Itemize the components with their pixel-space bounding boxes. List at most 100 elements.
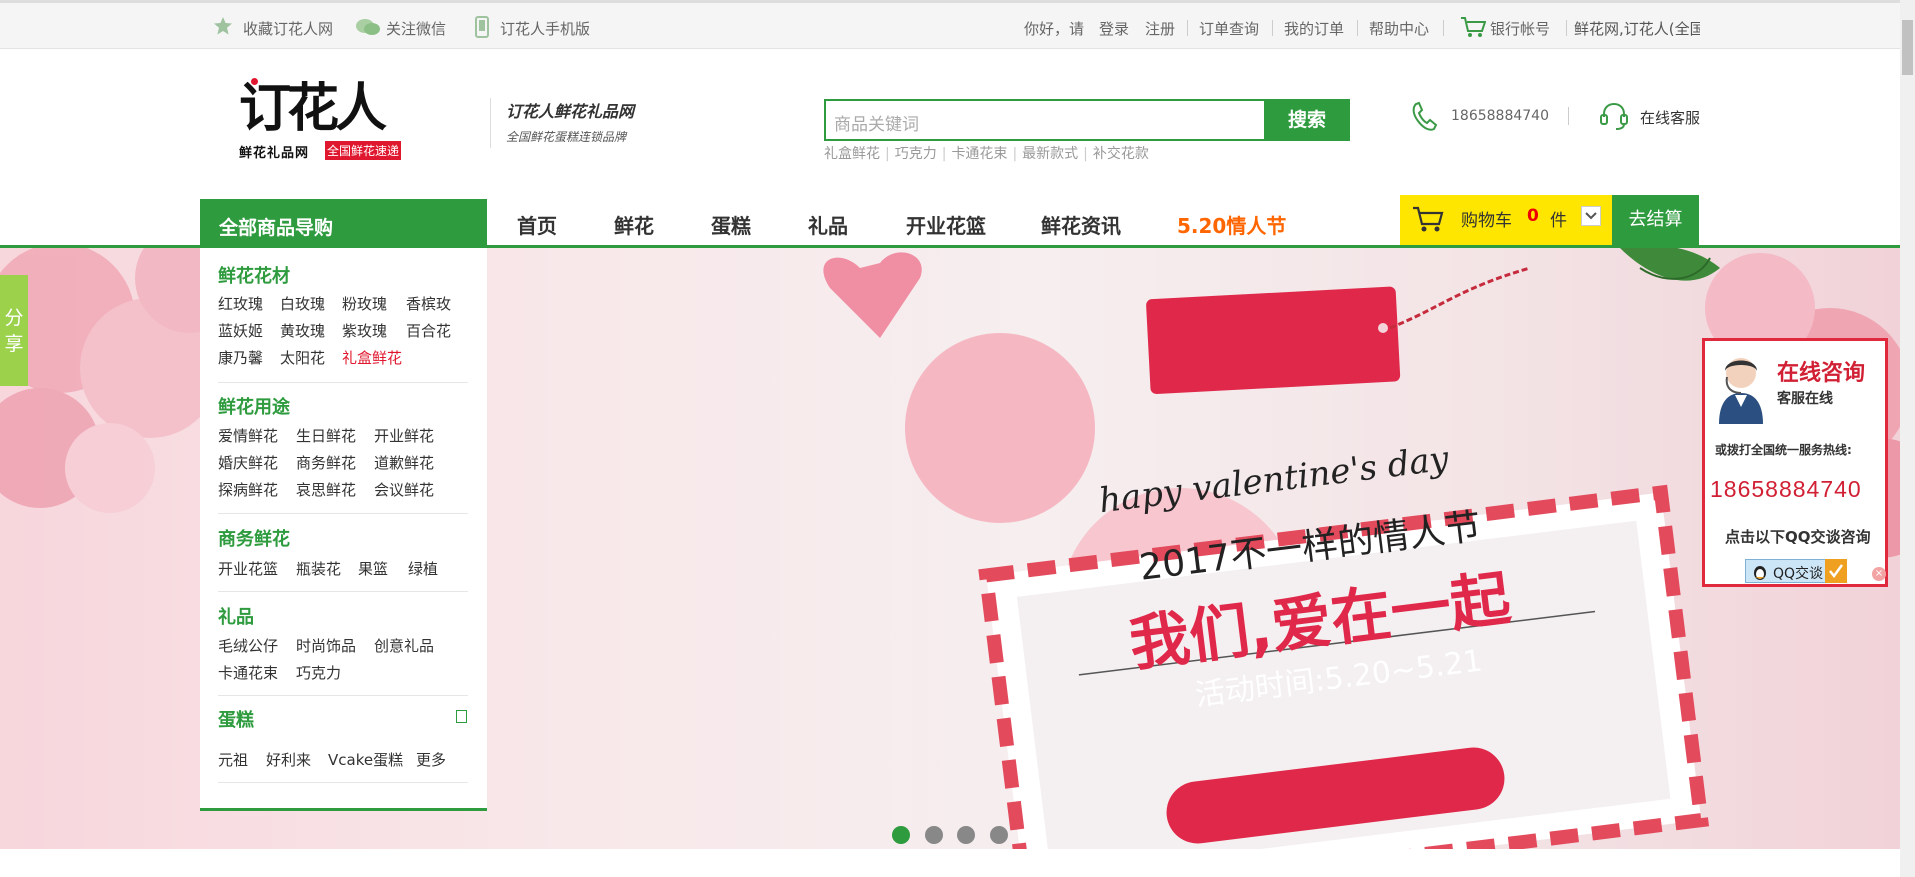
category-link[interactable]: 更多 <box>416 749 446 770</box>
login-link[interactable]: 登录 <box>1099 18 1129 39</box>
slide-dot-active[interactable] <box>892 826 910 844</box>
category-link[interactable]: 巧克力 <box>296 662 341 683</box>
nav-flower-news[interactable]: 鲜花资讯 <box>1041 210 1121 239</box>
divider <box>218 695 468 696</box>
checkout-button[interactable]: 去结算 <box>1612 195 1699 245</box>
nav-valentine-promo[interactable]: 5.20情人节 <box>1177 210 1286 239</box>
expand-icon[interactable] <box>456 710 467 723</box>
category-link[interactable]: 哀思鲜花 <box>296 479 356 500</box>
category-link[interactable]: 会议鲜花 <box>374 479 434 500</box>
search-input[interactable]: 商品关键词 <box>824 99 1264 141</box>
qq-panel-title: 在线咨询 <box>1777 361 1866 386</box>
category-link[interactable]: 时尚饰品 <box>296 635 356 656</box>
phone-icon <box>1410 101 1440 137</box>
divider <box>1443 20 1444 36</box>
category-link[interactable]: 蓝妖姬 <box>218 320 263 341</box>
category-menu: 鲜花花材 红玫瑰 白玫瑰 粉玫瑰 香槟玫 蓝妖姬 黄玫瑰 紫玫瑰 百合花 康乃馨… <box>200 248 487 811</box>
chevron-down-icon <box>1585 212 1597 220</box>
hot-keyword[interactable]: 最新款式 <box>1022 146 1078 162</box>
category-link[interactable]: 卡通花束 <box>218 662 278 683</box>
nav-gifts[interactable]: 礼品 <box>808 210 848 239</box>
greeting-text: 你好，请 <box>1024 20 1085 38</box>
slogan: 订花人鲜花礼品网 全国鲜花蛋糕连锁品牌 <box>490 98 665 148</box>
hot-keyword[interactable]: 礼盒鲜花 <box>824 146 880 162</box>
favorite-link[interactable]: 收藏订花人网 <box>243 18 333 39</box>
category-link[interactable]: 道歉鲜花 <box>374 452 434 473</box>
help-link[interactable]: 帮助中心 <box>1369 18 1429 39</box>
category-link[interactable]: 元祖 <box>218 749 248 770</box>
category-link[interactable]: 紫玫瑰 <box>342 320 387 341</box>
category-title[interactable]: 礼品 <box>218 603 254 629</box>
close-icon[interactable]: × <box>1872 567 1886 581</box>
category-link[interactable]: 果篮 <box>358 558 388 579</box>
nav-flowers[interactable]: 鲜花 <box>614 210 654 239</box>
category-link[interactable]: 绿植 <box>408 558 438 579</box>
hot-keyword[interactable]: 卡通花束 <box>951 146 1007 162</box>
qq-penguin-icon <box>1751 563 1769 585</box>
cart-count: 0 <box>1527 206 1539 226</box>
category-link[interactable]: 商务鲜花 <box>296 452 356 473</box>
scrollbar[interactable] <box>1900 0 1915 877</box>
search-button[interactable]: 搜索 <box>1264 99 1350 141</box>
register-link[interactable]: 注册 <box>1145 18 1175 39</box>
logo-dot <box>251 78 258 85</box>
slide-dot[interactable] <box>990 826 1008 844</box>
category-link[interactable]: 粉玫瑰 <box>342 293 387 314</box>
category-link[interactable]: 康乃馨 <box>218 347 263 368</box>
category-title[interactable]: 鲜花花材 <box>218 262 290 288</box>
nav-cakes[interactable]: 蛋糕 <box>711 210 751 239</box>
category-link[interactable]: 黄玫瑰 <box>280 320 325 341</box>
site-logo[interactable]: 订花人 鲜花礼品网 全国鲜花速递 <box>237 78 412 162</box>
nav-home[interactable]: 首页 <box>517 210 557 239</box>
category-link[interactable]: 开业花篮 <box>218 558 278 579</box>
category-link[interactable]: 爱情鲜花 <box>218 425 278 446</box>
slide-dot[interactable] <box>925 826 943 844</box>
divider <box>1357 20 1358 36</box>
bank-link[interactable]: 银行帐号 <box>1490 18 1550 39</box>
category-link[interactable]: 香槟玫 <box>406 293 451 314</box>
category-title[interactable]: 商务鲜花 <box>218 525 290 551</box>
category-link[interactable]: 白玫瑰 <box>280 293 325 314</box>
slogan-subtitle: 全国鲜花蛋糕连锁品牌 <box>506 130 627 144</box>
my-orders-link[interactable]: 我的订单 <box>1284 18 1344 39</box>
top-bar: 收藏订花人网 关注微信 订花人手机版 你好，请 登录 注册 订单查询 我的订单 … <box>0 0 1900 49</box>
category-title[interactable]: 蛋糕 <box>218 706 254 732</box>
all-categories-header[interactable]: 全部商品导购 <box>200 199 487 248</box>
cart-label: 购物车 <box>1461 211 1512 231</box>
divider <box>1272 20 1273 36</box>
cart-icon <box>1460 16 1487 42</box>
nav-opening-baskets[interactable]: 开业花篮 <box>906 210 986 239</box>
qq-chat-button[interactable]: QQ交谈 <box>1745 559 1847 585</box>
category-link[interactable]: 瓶装花 <box>296 558 341 579</box>
hot-keyword[interactable]: 巧克力 <box>895 146 937 162</box>
category-link[interactable]: 好利来 <box>266 749 311 770</box>
online-service-link[interactable]: 在线客服 <box>1640 107 1700 128</box>
scrollbar-thumb[interactable] <box>1902 20 1913 75</box>
category-link[interactable]: 婚庆鲜花 <box>218 452 278 473</box>
qq-phone: 18658884740 <box>1710 476 1862 502</box>
qq-click-hint: 点击以下QQ交谈咨询 <box>1725 528 1871 546</box>
qq-status: 客服在线 <box>1777 391 1833 407</box>
share-tab[interactable]: 分享 <box>0 275 28 386</box>
category-link[interactable]: 百合花 <box>406 320 451 341</box>
divider <box>218 782 468 783</box>
order-query-link[interactable]: 订单查询 <box>1199 18 1259 39</box>
category-link[interactable]: 生日鲜花 <box>296 425 356 446</box>
hot-keywords: 礼盒鲜花 | 巧克力 | 卡通花束 | 最新款式 | 补交花款 <box>824 146 1149 162</box>
cart-dropdown-toggle[interactable] <box>1581 206 1601 226</box>
category-link[interactable]: 太阳花 <box>280 347 325 368</box>
hot-keyword[interactable]: 补交花款 <box>1093 146 1149 162</box>
category-link[interactable]: 毛绒公仔 <box>218 635 278 656</box>
mobile-link[interactable]: 订花人手机版 <box>500 18 590 39</box>
category-title[interactable]: 鲜花用途 <box>218 393 290 419</box>
category-link[interactable]: 开业鲜花 <box>374 425 434 446</box>
slide-dot[interactable] <box>957 826 975 844</box>
category-link[interactable]: 探病鲜花 <box>218 479 278 500</box>
category-link[interactable]: 创意礼品 <box>374 635 434 656</box>
category-link[interactable]: 红玫瑰 <box>218 293 263 314</box>
category-link-highlight[interactable]: 礼盒鲜花 <box>342 347 402 368</box>
category-link[interactable]: Vcake蛋糕 <box>328 749 403 770</box>
wechat-link[interactable]: 关注微信 <box>386 18 446 39</box>
cart-icon <box>1412 205 1444 237</box>
qq-chat-label: QQ交谈 <box>1773 566 1824 582</box>
